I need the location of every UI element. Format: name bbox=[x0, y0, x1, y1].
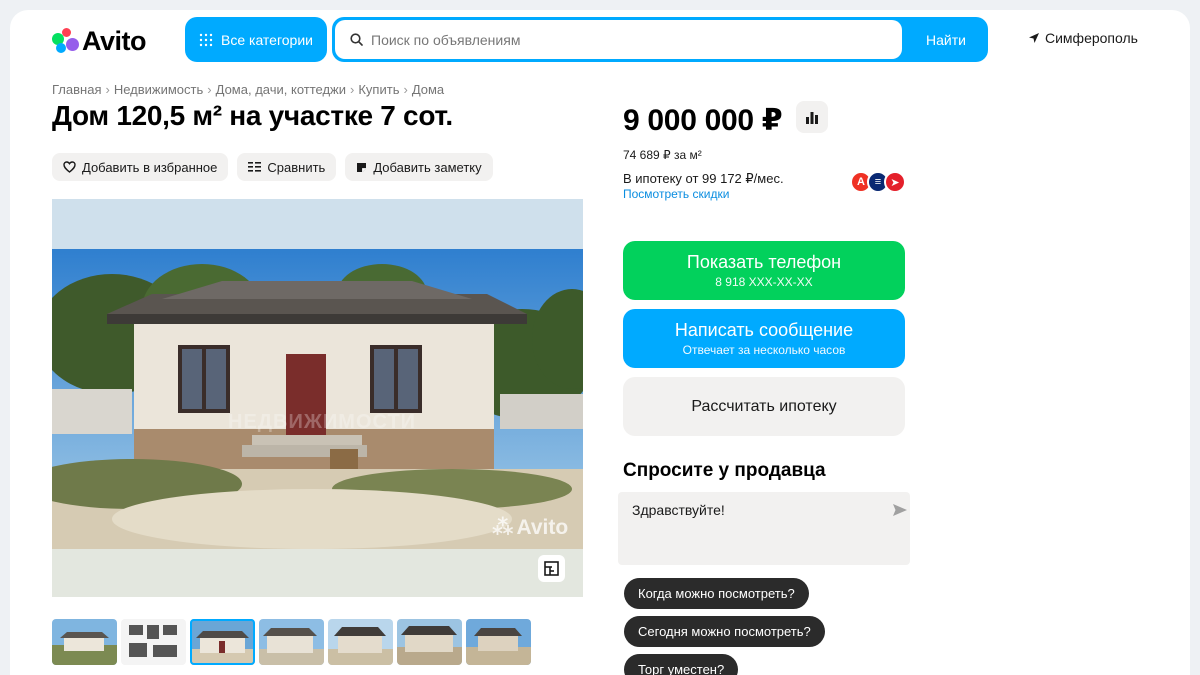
ask-seller-input[interactable] bbox=[632, 502, 872, 552]
calculate-mortgage-button[interactable]: Рассчитать ипотеку bbox=[623, 377, 905, 436]
breadcrumb-item-realty[interactable]: Недвижимость bbox=[114, 82, 203, 97]
add-favorite-button[interactable]: Добавить в избранное bbox=[52, 153, 229, 181]
location-arrow-icon bbox=[1029, 33, 1039, 43]
watermark-dots-icon: ⁂ bbox=[492, 516, 514, 539]
response-time: Отвечает за несколько часов bbox=[682, 343, 846, 357]
thumbnail-active[interactable] bbox=[190, 619, 255, 665]
add-favorite-label: Добавить в избранное bbox=[82, 159, 218, 175]
write-message-button[interactable]: Написать сообщение Отвечает за несколько… bbox=[623, 309, 905, 368]
show-phone-label: Показать телефон bbox=[686, 252, 842, 272]
heart-icon bbox=[63, 161, 76, 173]
discount-link[interactable]: Посмотреть скидки bbox=[623, 187, 729, 201]
chevron-right-icon: › bbox=[403, 82, 408, 97]
page: Avito Все категории Найти Симферополь bbox=[10, 10, 1190, 675]
ask-seller-title: Спросите у продавца bbox=[623, 460, 826, 481]
thumbnail[interactable] bbox=[121, 619, 186, 665]
question-chip[interactable]: Торг уместен? bbox=[624, 654, 739, 675]
floor-plan-icon bbox=[544, 561, 559, 576]
all-categories-button[interactable]: Все категории bbox=[185, 17, 327, 62]
watermark-logo-text: Avito bbox=[516, 515, 569, 539]
thumbnail[interactable] bbox=[259, 619, 324, 665]
main-photo[interactable]: НЕДВИЖИМОСТИ ⁂ Avito bbox=[52, 199, 583, 597]
breadcrumb-item-houses[interactable]: Дома, дачи, коттеджи bbox=[216, 82, 346, 97]
logo-dots-icon bbox=[52, 28, 79, 54]
photo-thumbnails bbox=[52, 619, 531, 665]
search-button[interactable]: Найти bbox=[904, 17, 988, 62]
breadcrumb-item-home[interactable]: Главная bbox=[52, 82, 101, 97]
thumbnail[interactable] bbox=[397, 619, 462, 665]
price-per-meter: 74 689 ₽ за м² bbox=[623, 148, 702, 162]
breadcrumb-item-buy[interactable]: Купить bbox=[358, 82, 399, 97]
location-selector[interactable]: Симферополь bbox=[1028, 30, 1138, 46]
breadcrumb: Главная › Недвижимость › Дома, дачи, кот… bbox=[52, 82, 444, 97]
calculate-mortgage-label: Рассчитать ипотеку bbox=[691, 397, 837, 415]
send-icon[interactable] bbox=[892, 503, 908, 517]
breadcrumb-item-house[interactable]: Дома bbox=[412, 82, 444, 97]
location-label: Симферополь bbox=[1045, 30, 1138, 46]
phone-masked: 8 918 XXX-XX-XX bbox=[715, 275, 813, 289]
compare-icon bbox=[248, 162, 262, 172]
price-history-button[interactable] bbox=[796, 101, 828, 133]
page-title: Дом 120,5 м² на участке 7 сот. bbox=[52, 100, 453, 131]
compare-button[interactable]: Сравнить bbox=[237, 153, 337, 181]
show-phone-button[interactable]: Показать телефон 8 918 XXX-XX-XX bbox=[623, 241, 905, 300]
listing-actions: Добавить в избранное Сравнить Добавить з… bbox=[52, 153, 493, 181]
mortgage-estimate: В ипотеку от 99 172 ₽/мес. bbox=[623, 171, 784, 186]
chevron-right-icon: › bbox=[207, 82, 212, 97]
chevron-right-icon: › bbox=[105, 82, 110, 97]
thumbnail[interactable] bbox=[52, 619, 117, 665]
logo-text: Avito bbox=[82, 25, 147, 56]
note-icon bbox=[357, 162, 367, 172]
floor-plan-button[interactable] bbox=[538, 555, 565, 582]
thumbnail[interactable] bbox=[466, 619, 531, 665]
photo-watermark-text: НЕДВИЖИМОСТИ bbox=[228, 411, 417, 433]
add-note-button[interactable]: Добавить заметку bbox=[345, 153, 493, 181]
compare-label: Сравнить bbox=[267, 159, 326, 175]
all-categories-label: Все категории bbox=[221, 31, 313, 48]
ask-seller-box bbox=[618, 492, 910, 565]
search-bar: Найти bbox=[332, 17, 988, 62]
avito-logo[interactable]: Avito bbox=[52, 25, 147, 56]
search-input[interactable] bbox=[371, 31, 871, 48]
partner-banks: А ≡ ➤ bbox=[850, 171, 906, 193]
sovcombank-icon: ➤ bbox=[884, 171, 906, 193]
chevron-right-icon: › bbox=[350, 82, 355, 97]
thumbnail[interactable] bbox=[328, 619, 393, 665]
search-icon bbox=[350, 33, 363, 46]
search-box[interactable] bbox=[335, 20, 902, 59]
question-chip[interactable]: Когда можно посмотреть? bbox=[624, 578, 809, 609]
grid-dots-icon bbox=[199, 33, 213, 46]
add-note-label: Добавить заметку bbox=[373, 159, 482, 175]
price: 9 000 000 ₽ bbox=[623, 104, 783, 137]
question-chip[interactable]: Сегодня можно посмотреть? bbox=[624, 616, 825, 647]
photo-watermark-logo: ⁂ Avito bbox=[492, 515, 568, 540]
bar-chart-icon bbox=[806, 111, 818, 124]
write-message-label: Написать сообщение bbox=[674, 320, 854, 340]
